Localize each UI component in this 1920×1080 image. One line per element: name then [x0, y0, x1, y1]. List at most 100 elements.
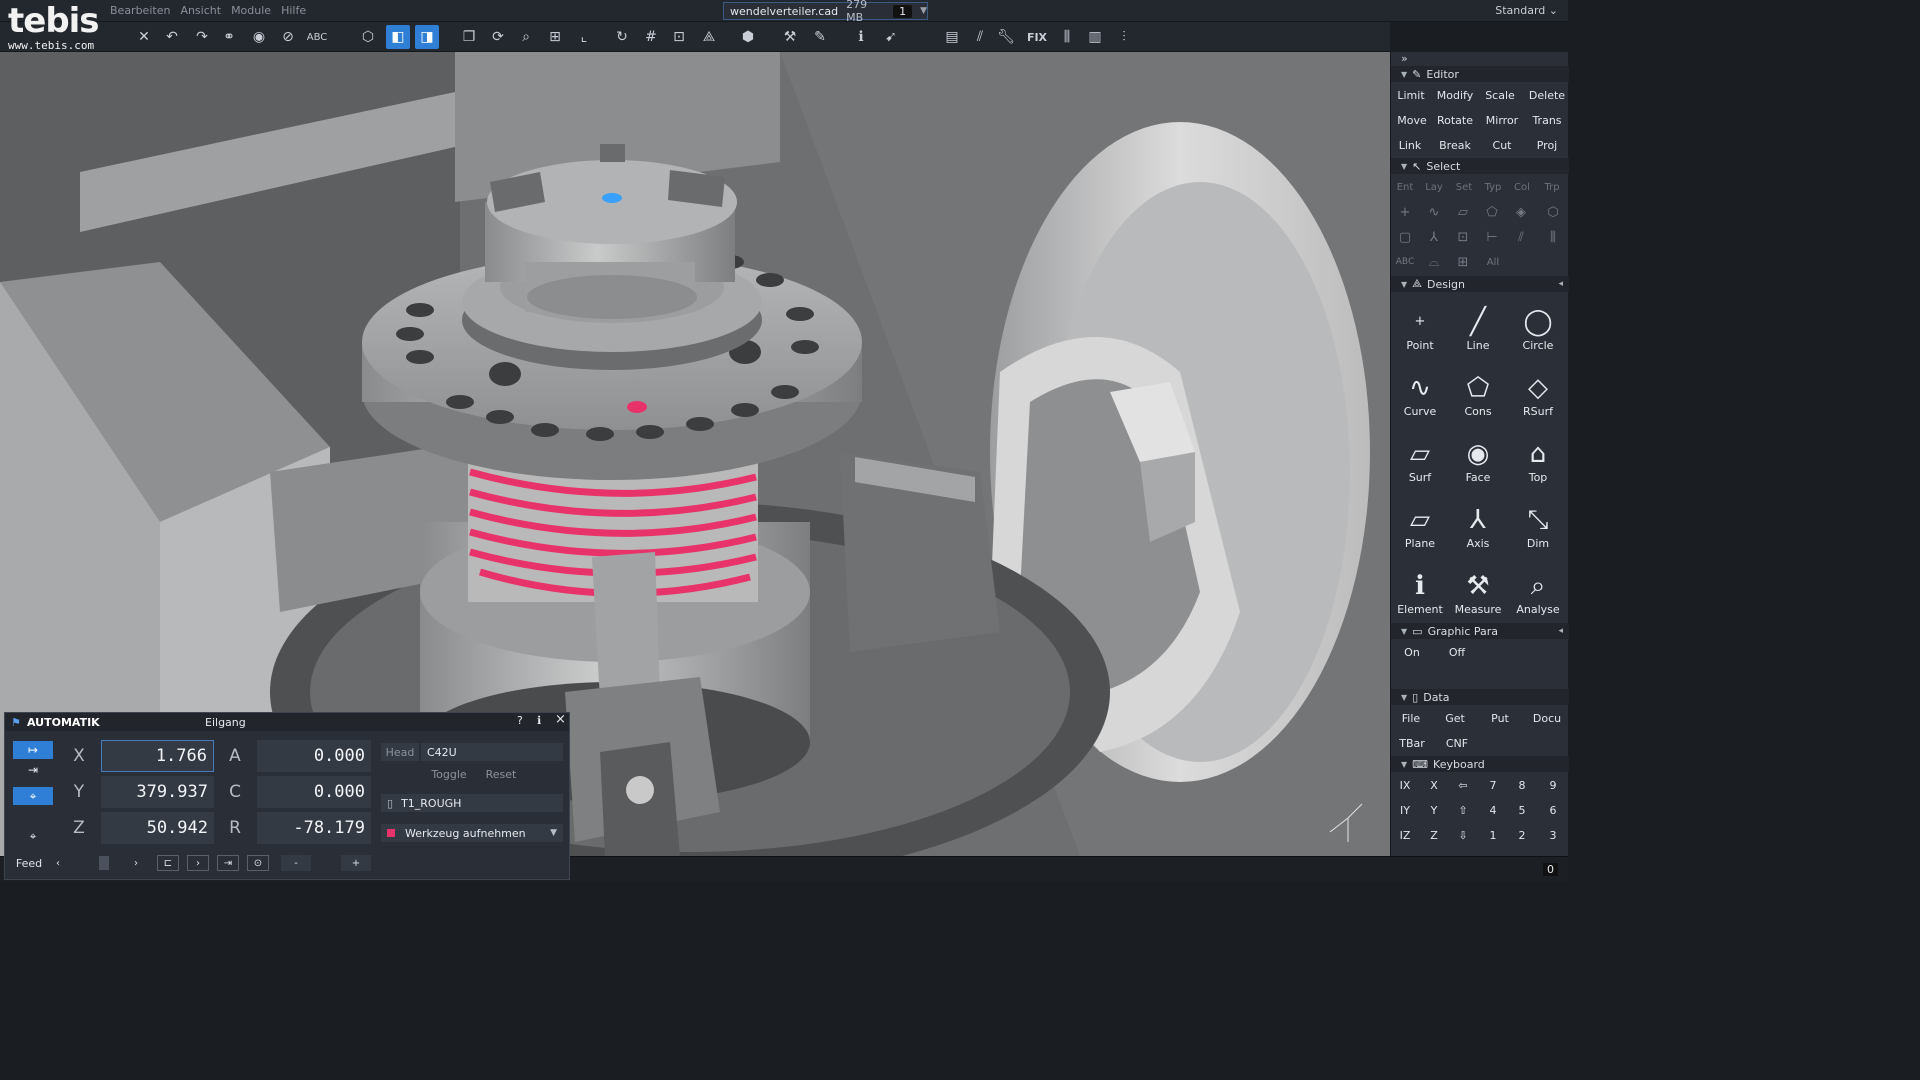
wireframe-cube-icon[interactable]: ⬡ — [356, 25, 380, 49]
keyboard-header[interactable]: ▼ ⌨ Keyboard — [1391, 756, 1569, 772]
axis-button[interactable]: ⅄ Axis — [1449, 492, 1507, 556]
solid-select-icon[interactable]: ◈ — [1509, 201, 1533, 223]
frame-icon[interactable]: ⊡ — [667, 25, 691, 49]
feed-slider[interactable] — [65, 855, 129, 871]
data-header[interactable]: ▼ ▯ Data — [1391, 689, 1569, 705]
axis-a-value[interactable]: 0.000 — [257, 740, 371, 772]
key-down[interactable]: ⇩ — [1449, 824, 1477, 846]
hatch-icon[interactable]: ⫽ — [968, 25, 992, 49]
key-z[interactable]: Z — [1420, 824, 1448, 846]
toolpath-icon[interactable]: ⫼ — [1055, 25, 1079, 49]
filter-trp[interactable]: Trp — [1537, 176, 1567, 198]
key-6[interactable]: 6 — [1539, 799, 1567, 821]
tools-icon[interactable]: ⚒ — [778, 25, 802, 49]
head-value[interactable]: C42U — [421, 743, 563, 761]
menu-help[interactable]: Hilfe — [281, 4, 306, 17]
select-header[interactable]: ▼ ↖ Select — [1391, 158, 1569, 174]
toolpath-machine-icon[interactable]: ▥ — [1083, 25, 1107, 49]
design-header[interactable]: ▼ ⟁ Design ◂ — [1391, 276, 1569, 292]
shaded-cube-icon[interactable]: ◧ — [386, 25, 410, 49]
text-icon[interactable]: ABC — [305, 25, 329, 49]
shaded-edges-cube-icon[interactable]: ◨ — [415, 25, 439, 49]
stop-icon[interactable]: ⊙ — [247, 855, 269, 871]
axis-r-value[interactable]: -78.179 — [257, 812, 371, 844]
curve-select-icon[interactable]: ∿ — [1422, 201, 1446, 223]
profile-select[interactable]: Standard ⌄ — [1495, 4, 1558, 17]
filter-col[interactable]: Col — [1507, 176, 1537, 198]
plane-icon[interactable]: ⟁ — [697, 25, 721, 49]
frame-select-icon[interactable]: ⊡ — [1451, 226, 1475, 248]
chevron-down-icon[interactable]: ▼ — [920, 6, 927, 16]
surf-button[interactable]: ▱ Surf — [1391, 426, 1449, 490]
tbar-button[interactable]: TBar — [1391, 732, 1433, 754]
action-select[interactable]: Werkzeug aufnehmen ▼ — [381, 824, 563, 842]
rapid-mode-icon[interactable]: ↦ — [13, 741, 53, 759]
toolpath-alt-select-icon[interactable]: ⫼ — [1541, 226, 1565, 248]
limit-button[interactable]: Limit — [1391, 84, 1431, 106]
break-button[interactable]: Break — [1433, 134, 1477, 156]
axis-c-value[interactable]: 0.000 — [257, 776, 371, 808]
skip-end-icon[interactable]: ⇥ — [217, 855, 239, 871]
linear-mode-icon[interactable]: ⇥ — [13, 761, 53, 779]
cut-button[interactable]: Cut — [1479, 134, 1525, 156]
redo-icon[interactable]: ↷ — [190, 25, 214, 49]
face-select-icon[interactable]: ⬠ — [1480, 201, 1504, 223]
modify-button[interactable]: Modify — [1433, 84, 1477, 106]
docu-button[interactable]: Docu — [1525, 707, 1569, 729]
feed-decrease-icon[interactable]: ‹ — [53, 855, 63, 871]
delete-icon[interactable]: ✕ — [132, 25, 156, 49]
toolpath-select-icon[interactable]: ⫽ — [1509, 226, 1533, 248]
layers-icon[interactable]: ⚭ — [217, 25, 241, 49]
collapse-panel-icon[interactable]: » — [1401, 52, 1408, 65]
report-icon[interactable]: ▤ — [940, 25, 964, 49]
move-target-icon[interactable]: ⌖ — [13, 787, 53, 805]
scale-button[interactable]: Scale — [1479, 84, 1521, 106]
hide-icon[interactable]: ⊘ — [276, 25, 300, 49]
key-4[interactable]: 4 — [1479, 799, 1507, 821]
lasso-select-icon[interactable]: ⌓ — [1422, 251, 1446, 273]
dialog-header[interactable]: ⚑ AUTOMATIK Eilgang ? ℹ × — [5, 712, 569, 731]
axes-icon[interactable]: ⌞ — [572, 25, 596, 49]
dim-button[interactable]: ⤡ Dim — [1509, 492, 1567, 556]
filter-set[interactable]: Set — [1449, 176, 1479, 198]
surface-select-icon[interactable]: ▱ — [1451, 201, 1475, 223]
circle-button[interactable]: ◯ Circle — [1509, 294, 1567, 358]
pin-icon[interactable]: ◂ — [1558, 626, 1563, 636]
get-button[interactable]: Get — [1435, 707, 1475, 729]
toolpath-list-icon[interactable]: ⫶ — [1112, 25, 1136, 49]
link-button[interactable]: Link — [1391, 134, 1429, 156]
group-select-icon[interactable]: ⊞ — [1451, 251, 1475, 273]
key-x[interactable]: X — [1420, 774, 1448, 796]
axis-x-value[interactable]: 1.766 — [101, 740, 214, 772]
key-iy[interactable]: IY — [1391, 799, 1419, 821]
select-all-button[interactable]: All — [1480, 251, 1506, 273]
line-button[interactable]: ╱ Line — [1449, 294, 1507, 358]
analyse-button[interactable]: ⌕ Analyse — [1509, 558, 1567, 622]
filter-ent[interactable]: Ent — [1391, 176, 1419, 198]
key-left[interactable]: ⇦ — [1449, 774, 1477, 796]
zoom-icon[interactable]: ⌕ — [514, 25, 538, 49]
show-icon[interactable]: ◉ — [247, 25, 271, 49]
axis-select-icon[interactable]: ⅄ — [1422, 226, 1446, 248]
dimension-select-icon[interactable]: ⊢ — [1480, 226, 1504, 248]
play-icon[interactable]: › — [187, 855, 209, 871]
file-button[interactable]: File — [1391, 707, 1431, 729]
key-8[interactable]: 8 — [1508, 774, 1536, 796]
filter-typ[interactable]: Typ — [1479, 176, 1507, 198]
rotate-button[interactable]: Rotate — [1433, 109, 1477, 131]
wrench-icon[interactable]: 🔧︎ — [994, 25, 1018, 49]
info-icon[interactable]: ℹ — [537, 714, 541, 727]
cons-button[interactable]: ⬠ Cons — [1449, 360, 1507, 424]
menu-modules[interactable]: Module — [231, 4, 271, 17]
axis-y-value[interactable]: 379.937 — [101, 776, 214, 808]
top-button[interactable]: ⌂ Top — [1509, 426, 1567, 490]
menu-edit[interactable]: Bearbeiten — [110, 4, 170, 17]
mirror-button[interactable]: Mirror — [1479, 109, 1525, 131]
axis-z-value[interactable]: 50.942 — [101, 812, 214, 844]
point-button[interactable]: + Point — [1391, 294, 1449, 358]
file-tab[interactable]: wendelverteiler.cad 279 MB 1 ▼ — [723, 0, 928, 24]
box-icon[interactable]: ⬢ — [736, 25, 760, 49]
help-button[interactable]: ? — [517, 714, 523, 727]
rsurf-button[interactable]: ◇ RSurf — [1509, 360, 1567, 424]
put-button[interactable]: Put — [1479, 707, 1521, 729]
